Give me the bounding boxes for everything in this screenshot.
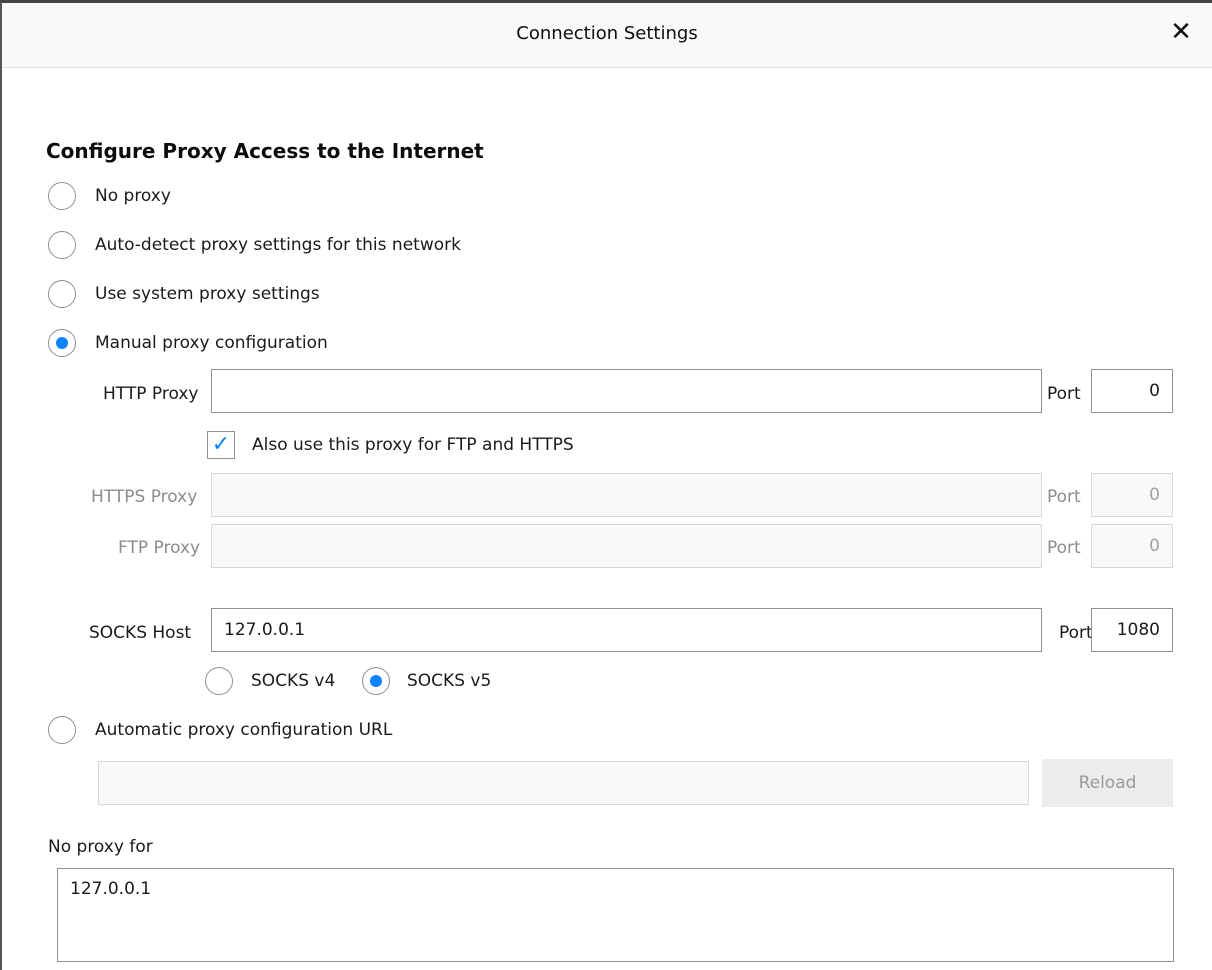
auto-detect-radio[interactable] bbox=[48, 231, 76, 259]
no-proxy-for-label: No proxy for bbox=[48, 837, 153, 857]
https-port-label: Port bbox=[1047, 487, 1081, 507]
http-proxy-label: HTTP Proxy bbox=[103, 384, 199, 404]
manual-proxy-label[interactable]: Manual proxy configuration bbox=[95, 333, 328, 353]
ftp-port-input[interactable]: 0 bbox=[1091, 524, 1173, 568]
dialog-titlebar: Connection Settings ✕ bbox=[2, 3, 1212, 68]
also-use-proxy-label[interactable]: Also use this proxy for FTP and HTTPS bbox=[252, 435, 574, 455]
socks-host-label: SOCKS Host bbox=[89, 623, 192, 643]
auto-detect-label[interactable]: Auto-detect proxy settings for this netw… bbox=[95, 235, 461, 255]
http-proxy-input[interactable] bbox=[211, 369, 1042, 413]
section-heading: Configure Proxy Access to the Internet bbox=[46, 139, 484, 163]
system-proxy-label[interactable]: Use system proxy settings bbox=[95, 284, 320, 304]
also-use-proxy-checkbox[interactable]: ✓ bbox=[207, 431, 235, 459]
no-proxy-radio[interactable] bbox=[48, 182, 76, 210]
socks-port-label: Port bbox=[1059, 623, 1093, 643]
http-port-input[interactable]: 0 bbox=[1091, 369, 1173, 413]
no-proxy-label[interactable]: No proxy bbox=[95, 186, 171, 206]
connection-settings-dialog: Connection Settings ✕ Configure Proxy Ac… bbox=[0, 0, 1212, 970]
manual-proxy-radio[interactable] bbox=[48, 329, 76, 357]
https-proxy-label: HTTPS Proxy bbox=[91, 487, 198, 507]
socks-port-input[interactable]: 1080 bbox=[1091, 608, 1173, 652]
http-port-label: Port bbox=[1047, 384, 1081, 404]
auto-proxy-url-label[interactable]: Automatic proxy configuration URL bbox=[95, 720, 392, 740]
close-icon[interactable]: ✕ bbox=[1168, 19, 1194, 45]
https-port-input[interactable]: 0 bbox=[1091, 473, 1173, 517]
https-proxy-input[interactable] bbox=[211, 473, 1042, 517]
no-proxy-for-textarea[interactable]: 127.0.0.1 bbox=[57, 868, 1174, 962]
ftp-port-label: Port bbox=[1047, 538, 1081, 558]
ftp-proxy-input[interactable] bbox=[211, 524, 1042, 568]
socks-v5-radio[interactable] bbox=[362, 667, 390, 695]
socks-v5-label[interactable]: SOCKS v5 bbox=[407, 671, 491, 691]
auto-proxy-url-input[interactable] bbox=[98, 761, 1029, 805]
socks-host-input[interactable]: 127.0.0.1 bbox=[211, 608, 1042, 652]
ftp-proxy-label: FTP Proxy bbox=[118, 538, 201, 558]
auto-proxy-url-radio[interactable] bbox=[48, 716, 76, 744]
dialog-title: Connection Settings bbox=[516, 23, 698, 44]
system-proxy-radio[interactable] bbox=[48, 280, 76, 308]
socks-v4-radio[interactable] bbox=[205, 667, 233, 695]
socks-v4-label[interactable]: SOCKS v4 bbox=[251, 671, 335, 691]
reload-button[interactable]: Reload bbox=[1042, 759, 1173, 807]
